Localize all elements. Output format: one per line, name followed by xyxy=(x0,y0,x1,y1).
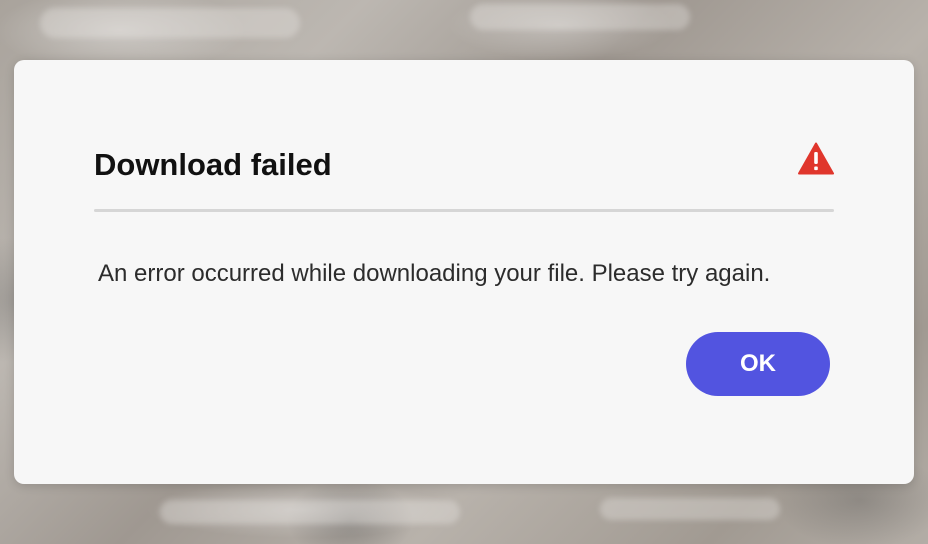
header-divider xyxy=(94,209,834,212)
background-paint-stroke xyxy=(40,8,300,38)
background-paint-stroke xyxy=(160,500,460,524)
ok-button[interactable]: OK xyxy=(686,332,830,396)
background-paint-stroke xyxy=(470,4,690,30)
dialog-title: Download failed xyxy=(94,147,332,182)
dialog-message: An error occurred while downloading your… xyxy=(98,260,771,287)
dialog-header: Download failed xyxy=(94,140,834,192)
background-paint-stroke xyxy=(600,498,780,520)
error-dialog: Download failed An error occurred while … xyxy=(14,60,914,484)
alert-triangle-icon xyxy=(798,142,834,175)
